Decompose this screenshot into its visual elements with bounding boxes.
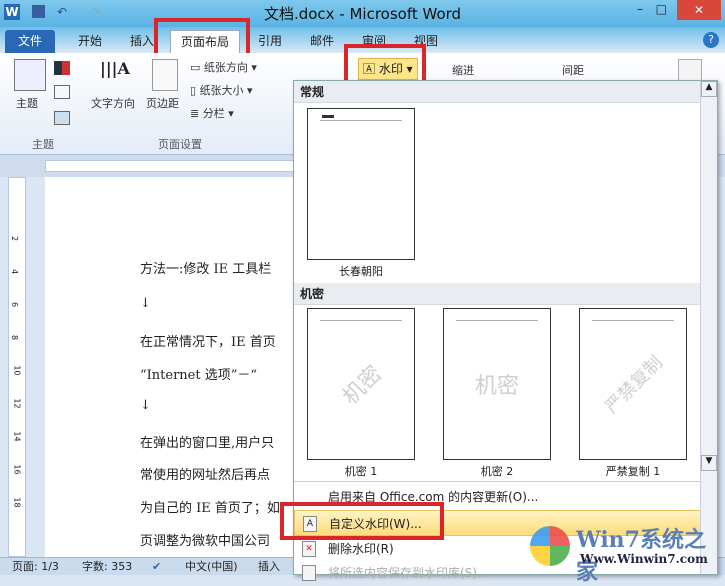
document-line[interactable]: 页调整为微软中国公司 [140,530,270,549]
section-general: 常规 [294,81,701,103]
section-confidential: 机密 [294,283,701,305]
word-count[interactable]: 字数: 353 [82,558,132,575]
tab-file[interactable]: 文件 [5,30,55,53]
ruler-mark: 4 [10,268,20,275]
title-bar: W ↶ ↷ 文档.docx - Microsoft Word – □ ✕ [0,0,725,27]
help-icon[interactable]: ? [703,32,719,48]
theme-fonts-icon[interactable] [54,85,70,99]
document-line[interactable]: 在正常情况下，IE 首页 [140,331,276,350]
menu-item-label: 将所选内容保存到水印库(S)... [328,566,489,580]
margins-icon[interactable] [152,59,178,91]
size-label: 纸张大小 [199,84,244,97]
watermark-thumb-no-copy[interactable]: 严禁复制 [579,308,687,460]
page-count[interactable]: 页面: 1/3 [12,558,59,575]
columns-label: 分栏 [202,107,225,120]
language[interactable]: 中文(中国) [185,558,238,575]
tab-references[interactable]: 引用 [252,30,288,53]
indent-label: 缩进 [452,64,474,77]
group-page-setup-label: 页面设置 [158,138,202,151]
document-line[interactable]: ↓ [140,398,151,413]
theme-effects-icon[interactable] [54,111,70,125]
ruler-mark: 16 [12,464,22,475]
gallery-scrollbar[interactable]: ▲ ▼ [700,81,717,574]
theme-colors-icon[interactable] [54,61,70,75]
margins-button[interactable]: 页边距 [146,95,179,111]
insert-mode[interactable]: 插入 [258,558,280,575]
save-gallery-icon [302,565,316,581]
document-line[interactable]: 在弹出的窗口里,用户只 [140,432,274,451]
text-direction-button[interactable]: 文字方向 [91,95,135,111]
document-line[interactable]: 方法一:修改 IE 工具栏 [140,258,271,277]
theme-button[interactable]: 主题 [16,95,38,111]
watermark-caption: 长春朝阳 [339,265,383,278]
close-button[interactable]: ✕ [677,0,721,20]
ruler-mark: 18 [12,497,22,508]
window-title: 文档.docx - Microsoft Word [263,5,462,23]
document-line[interactable]: 为自己的 IE 首页了；如 [140,497,280,516]
proofing-icon[interactable]: ✔ [152,558,161,575]
watermark-thumb-confidential-2[interactable]: 机密 [443,308,551,460]
watermark-text: 机密 [338,361,388,411]
document-line[interactable]: “Internet 选项”－“ [140,364,257,383]
ruler-mark: 10 [12,365,22,376]
text-direction-icon[interactable]: |||A [100,59,130,89]
tab-mailings[interactable]: 邮件 [304,30,340,53]
brand-watermark-logo: Win7系统之家 Www.Winwin7.com [530,522,720,585]
highlight-box-custom [280,502,444,540]
ruler-mark: 14 [12,431,22,442]
orientation-button[interactable]: ▭ 纸张方向 ▾ [190,59,257,75]
spacing-label: 间距 [562,64,584,77]
orientation-label: 纸张方向 [203,61,248,74]
watermark-caption: 机密 2 [480,465,514,478]
vertical-ruler[interactable]: 2 4 6 8 10 12 14 16 18 [8,177,26,557]
minimize-button[interactable]: – [637,2,643,16]
ruler-mark: 6 [10,301,20,308]
watermark-thumb-general[interactable] [307,108,415,260]
watermark-caption: 机密 1 [344,465,378,478]
ruler-mark: 8 [10,334,20,341]
watermark-text: 严禁复制 [601,352,667,418]
menu-item-label: 删除水印(R) [328,542,394,556]
size-button[interactable]: ▯ 纸张大小 ▾ [190,82,253,98]
group-theme-label: 主题 [32,138,54,151]
maximize-button[interactable]: □ [656,2,667,16]
tab-home[interactable]: 开始 [72,30,108,53]
columns-button[interactable]: ≣ 分栏 ▾ [190,105,234,121]
watermark-caption: 严禁复制 1 [605,465,661,478]
watermark-text: 机密 [474,374,519,399]
watermark-gallery: 常规 长春朝阳 机密 机密 机密 1 机密 机密 2 严禁复制 严禁复制 1 启… [293,80,718,581]
scroll-up-icon[interactable]: ▲ [701,81,717,97]
document-line[interactable]: 常使用的网址然后再点 [140,464,270,483]
ruler-mark: 2 [10,235,20,242]
remove-watermark-icon: ✕ [302,541,316,557]
ruler-mark: 12 [12,398,22,409]
watermark-thumb-confidential-1[interactable]: 机密 [307,308,415,460]
scroll-down-icon[interactable]: ▼ [701,455,717,471]
document-line[interactable]: ↓ [140,296,151,311]
theme-icon[interactable] [14,59,46,91]
